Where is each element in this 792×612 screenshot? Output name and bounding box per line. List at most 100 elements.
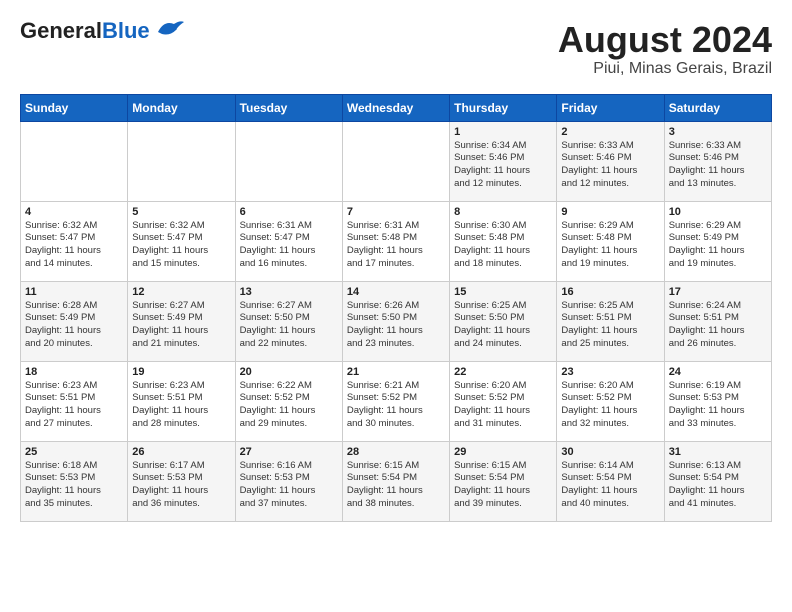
- day-number: 31: [669, 446, 767, 458]
- day-info: Sunrise: 6:24 AM Sunset: 5:51 PM Dayligh…: [669, 300, 767, 351]
- weekday-header-friday: Friday: [557, 94, 664, 121]
- day-info: Sunrise: 6:29 AM Sunset: 5:48 PM Dayligh…: [561, 220, 659, 271]
- day-number: 12: [132, 286, 230, 298]
- day-number: 24: [669, 366, 767, 378]
- day-number: 4: [25, 206, 123, 218]
- day-info: Sunrise: 6:14 AM Sunset: 5:54 PM Dayligh…: [561, 460, 659, 511]
- day-number: 23: [561, 366, 659, 378]
- day-info: Sunrise: 6:17 AM Sunset: 5:53 PM Dayligh…: [132, 460, 230, 511]
- day-number: 11: [25, 286, 123, 298]
- day-info: Sunrise: 6:34 AM Sunset: 5:46 PM Dayligh…: [454, 140, 552, 191]
- calendar-cell: 7 Sunrise: 6:31 AM Sunset: 5:48 PM Daylig…: [342, 201, 449, 281]
- day-info: Sunrise: 6:32 AM Sunset: 5:47 PM Dayligh…: [132, 220, 230, 271]
- page-title: August 2024: [558, 20, 772, 60]
- calendar-cell: 21 Sunrise: 6:21 AM Sunset: 5:52 PM Dayli…: [342, 361, 449, 441]
- day-info: Sunrise: 6:27 AM Sunset: 5:49 PM Dayligh…: [132, 300, 230, 351]
- logo-general: General: [20, 18, 102, 43]
- day-info: Sunrise: 6:20 AM Sunset: 5:52 PM Dayligh…: [454, 380, 552, 431]
- calendar-cell: 8Sunrise: 6:30 AM Sunset: 5:48 PM Daylig…: [450, 201, 557, 281]
- day-info: Sunrise: 6:31 AM Sunset: 5:48 PM Dayligh…: [347, 220, 445, 271]
- day-number: 5: [132, 206, 230, 218]
- day-number: 20: [240, 366, 338, 378]
- day-info: Sunrise: 6:32 AM Sunset: 5:47 PM Dayligh…: [25, 220, 123, 271]
- calendar-cell: 2 Sunrise: 6:33 AM Sunset: 5:46 PM Daylig…: [557, 121, 664, 201]
- calendar-cell: [235, 121, 342, 201]
- day-number: 21: [347, 366, 445, 378]
- day-info: Sunrise: 6:26 AM Sunset: 5:50 PM Dayligh…: [347, 300, 445, 351]
- day-number: 9: [561, 206, 659, 218]
- weekday-header-thursday: Thursday: [450, 94, 557, 121]
- day-info: Sunrise: 6:20 AM Sunset: 5:52 PM Dayligh…: [561, 380, 659, 431]
- calendar-week-1: 1 Sunrise: 6:34 AM Sunset: 5:46 PM Daylig…: [21, 121, 772, 201]
- calendar-cell: 26 Sunrise: 6:17 AM Sunset: 5:53 PM Dayli…: [128, 441, 235, 521]
- calendar-cell: 11 Sunrise: 6:28 AM Sunset: 5:49 PM Dayli…: [21, 281, 128, 361]
- calendar-cell: 10 Sunrise: 6:29 AM Sunset: 5:49 PM Dayli…: [664, 201, 771, 281]
- calendar-cell: 13 Sunrise: 6:27 AM Sunset: 5:50 PM Dayli…: [235, 281, 342, 361]
- calendar-cell: 12 Sunrise: 6:27 AM Sunset: 5:49 PM Dayli…: [128, 281, 235, 361]
- day-info: Sunrise: 6:29 AM Sunset: 5:49 PM Dayligh…: [669, 220, 767, 271]
- calendar-cell: 31 Sunrise: 6:13 AM Sunset: 5:54 PM Dayli…: [664, 441, 771, 521]
- day-info: Sunrise: 6:23 AM Sunset: 5:51 PM Dayligh…: [25, 380, 123, 431]
- day-info: Sunrise: 6:13 AM Sunset: 5:54 PM Dayligh…: [669, 460, 767, 511]
- day-number: 29: [454, 446, 552, 458]
- day-info: Sunrise: 6:22 AM Sunset: 5:52 PM Dayligh…: [240, 380, 338, 431]
- calendar-cell: 19 Sunrise: 6:23 AM Sunset: 5:51 PM Dayli…: [128, 361, 235, 441]
- calendar-cell: 6 Sunrise: 6:31 AM Sunset: 5:47 PM Daylig…: [235, 201, 342, 281]
- day-number: 22: [454, 366, 552, 378]
- calendar-cell: 22 Sunrise: 6:20 AM Sunset: 5:52 PM Dayli…: [450, 361, 557, 441]
- weekday-header-monday: Monday: [128, 94, 235, 121]
- calendar-cell: 30 Sunrise: 6:14 AM Sunset: 5:54 PM Dayli…: [557, 441, 664, 521]
- weekday-header-sunday: Sunday: [21, 94, 128, 121]
- page-header: GeneralBlue August 2024 Piui, Minas Gera…: [20, 20, 772, 78]
- calendar-table: SundayMondayTuesdayWednesdayThursdayFrid…: [20, 94, 772, 522]
- day-info: Sunrise: 6:23 AM Sunset: 5:51 PM Dayligh…: [132, 380, 230, 431]
- calendar-cell: [128, 121, 235, 201]
- day-info: Sunrise: 6:27 AM Sunset: 5:50 PM Dayligh…: [240, 300, 338, 351]
- day-number: 10: [669, 206, 767, 218]
- calendar-cell: 28 Sunrise: 6:15 AM Sunset: 5:54 PM Dayli…: [342, 441, 449, 521]
- day-number: 17: [669, 286, 767, 298]
- calendar-cell: 5 Sunrise: 6:32 AM Sunset: 5:47 PM Daylig…: [128, 201, 235, 281]
- calendar-cell: 14 Sunrise: 6:26 AM Sunset: 5:50 PM Dayli…: [342, 281, 449, 361]
- logo-text: GeneralBlue: [20, 20, 150, 42]
- day-number: 7: [347, 206, 445, 218]
- day-number: 15: [454, 286, 552, 298]
- calendar-cell: 4 Sunrise: 6:32 AM Sunset: 5:47 PM Daylig…: [21, 201, 128, 281]
- day-info: Sunrise: 6:25 AM Sunset: 5:50 PM Dayligh…: [454, 300, 552, 351]
- day-number: 16: [561, 286, 659, 298]
- day-info: Sunrise: 6:28 AM Sunset: 5:49 PM Dayligh…: [25, 300, 123, 351]
- day-number: 25: [25, 446, 123, 458]
- logo: GeneralBlue: [20, 20, 186, 42]
- day-number: 26: [132, 446, 230, 458]
- day-number: 14: [347, 286, 445, 298]
- calendar-cell: 9 Sunrise: 6:29 AM Sunset: 5:48 PM Daylig…: [557, 201, 664, 281]
- day-info: Sunrise: 6:16 AM Sunset: 5:53 PM Dayligh…: [240, 460, 338, 511]
- day-info: Sunrise: 6:31 AM Sunset: 5:47 PM Dayligh…: [240, 220, 338, 271]
- day-number: 27: [240, 446, 338, 458]
- weekday-header-saturday: Saturday: [664, 94, 771, 121]
- day-number: 30: [561, 446, 659, 458]
- day-info: Sunrise: 6:25 AM Sunset: 5:51 PM Dayligh…: [561, 300, 659, 351]
- day-number: 2: [561, 126, 659, 138]
- day-number: 13: [240, 286, 338, 298]
- calendar-week-2: 4 Sunrise: 6:32 AM Sunset: 5:47 PM Daylig…: [21, 201, 772, 281]
- day-number: 3: [669, 126, 767, 138]
- day-number: 6: [240, 206, 338, 218]
- calendar-week-5: 25 Sunrise: 6:18 AM Sunset: 5:53 PM Dayli…: [21, 441, 772, 521]
- day-number: 8: [454, 206, 552, 218]
- day-info: Sunrise: 6:21 AM Sunset: 5:52 PM Dayligh…: [347, 380, 445, 431]
- day-info: Sunrise: 6:15 AM Sunset: 5:54 PM Dayligh…: [347, 460, 445, 511]
- day-info: Sunrise: 6:18 AM Sunset: 5:53 PM Dayligh…: [25, 460, 123, 511]
- logo-bird-icon: [154, 18, 186, 40]
- calendar-cell: 20 Sunrise: 6:22 AM Sunset: 5:52 PM Dayli…: [235, 361, 342, 441]
- day-number: 19: [132, 366, 230, 378]
- weekday-header-wednesday: Wednesday: [342, 94, 449, 121]
- calendar-cell: 23 Sunrise: 6:20 AM Sunset: 5:52 PM Dayli…: [557, 361, 664, 441]
- calendar-cell: 16 Sunrise: 6:25 AM Sunset: 5:51 PM Dayli…: [557, 281, 664, 361]
- day-info: Sunrise: 6:33 AM Sunset: 5:46 PM Dayligh…: [561, 140, 659, 191]
- calendar-cell: 17 Sunrise: 6:24 AM Sunset: 5:51 PM Dayli…: [664, 281, 771, 361]
- calendar-cell: 25 Sunrise: 6:18 AM Sunset: 5:53 PM Dayli…: [21, 441, 128, 521]
- day-number: 1: [454, 126, 552, 138]
- title-area: August 2024 Piui, Minas Gerais, Brazil: [558, 20, 772, 78]
- day-number: 28: [347, 446, 445, 458]
